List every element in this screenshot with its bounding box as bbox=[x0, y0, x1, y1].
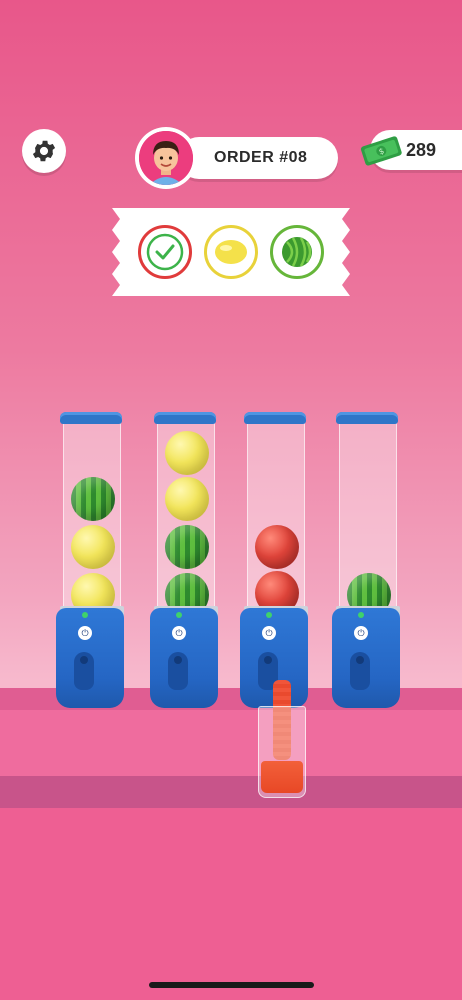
lemon bbox=[71, 525, 115, 569]
blender-jar bbox=[339, 418, 397, 617]
order-banner: ORDER #08 bbox=[178, 137, 338, 179]
order-slot-watermelon bbox=[270, 225, 324, 279]
floor bbox=[0, 808, 462, 1000]
watermelon-icon bbox=[282, 237, 312, 267]
power-button[interactable]: ⏻ bbox=[172, 626, 186, 640]
blender-2[interactable]: ⏻ bbox=[150, 410, 224, 710]
blender-4[interactable]: ⏻ bbox=[332, 410, 406, 710]
power-button[interactable]: ⏻ bbox=[262, 626, 276, 640]
blender-spout bbox=[168, 652, 188, 690]
order-label: ORDER #08 bbox=[214, 149, 308, 166]
game-stage: ORDER #08 $ 289 ⏻ ⏻ ⏻ ⏻ bbox=[0, 0, 462, 1000]
lemon bbox=[165, 431, 209, 475]
power-led bbox=[176, 612, 182, 618]
blender-spout bbox=[74, 652, 94, 690]
customer-face-icon bbox=[139, 131, 193, 185]
blender-lid bbox=[154, 412, 216, 424]
blender-lid bbox=[244, 412, 306, 424]
juice-glass bbox=[258, 706, 306, 798]
money-amount: 289 bbox=[406, 140, 437, 160]
watermelon bbox=[165, 525, 209, 569]
order-slot-lemon bbox=[204, 225, 258, 279]
counter-front bbox=[0, 710, 462, 776]
check-icon bbox=[146, 233, 184, 271]
power-led bbox=[266, 612, 272, 618]
apple bbox=[255, 525, 299, 569]
lemon bbox=[165, 477, 209, 521]
blender-1[interactable]: ⏻ bbox=[56, 410, 130, 710]
power-button[interactable]: ⏻ bbox=[78, 626, 92, 640]
blender-3[interactable]: ⏻ bbox=[240, 410, 314, 710]
blender-motor: ⏻ bbox=[332, 608, 400, 708]
blender-motor: ⏻ bbox=[56, 608, 124, 708]
blender-motor: ⏻ bbox=[150, 608, 218, 708]
order-ticket bbox=[112, 208, 350, 301]
blender-jar bbox=[247, 418, 305, 615]
counter-edge bbox=[0, 776, 462, 808]
juice-fill bbox=[261, 761, 303, 793]
customer-avatar bbox=[135, 127, 197, 189]
watermelon bbox=[71, 477, 115, 521]
power-led bbox=[82, 612, 88, 618]
lemon-icon bbox=[215, 240, 247, 264]
home-indicator[interactable] bbox=[149, 982, 314, 988]
blender-lid bbox=[336, 412, 398, 424]
blender-spout bbox=[350, 652, 370, 690]
power-led bbox=[358, 612, 364, 618]
blender-jar bbox=[63, 418, 121, 617]
settings-button[interactable] bbox=[22, 129, 66, 173]
blender-jar bbox=[157, 418, 215, 617]
blender-lid bbox=[60, 412, 122, 424]
cash-icon: $ bbox=[360, 136, 402, 166]
power-button[interactable]: ⏻ bbox=[354, 626, 368, 640]
order-slot-done bbox=[138, 225, 192, 279]
gear-icon bbox=[32, 140, 56, 162]
